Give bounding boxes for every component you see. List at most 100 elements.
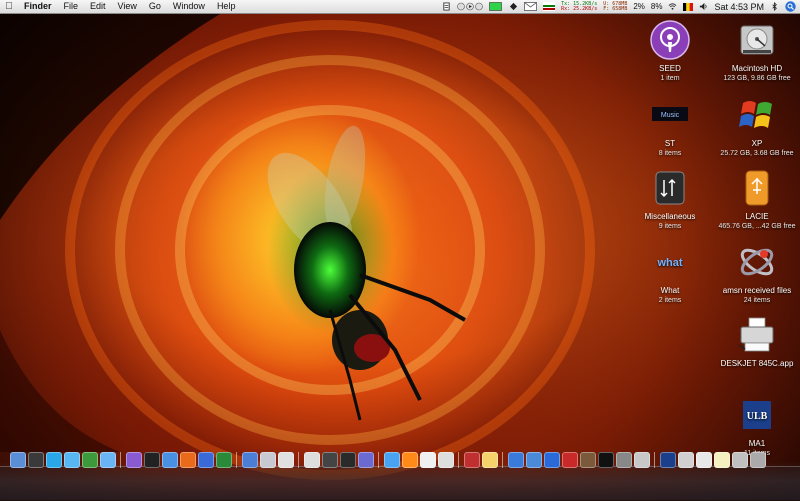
desktop-icon-info: 24 items — [743, 297, 771, 304]
apple-icon[interactable]:  — [0, 1, 18, 12]
menu-file[interactable]: File — [58, 0, 85, 13]
script-icon[interactable] — [442, 2, 451, 11]
rx-rate: 25.2KB/s — [573, 5, 598, 12]
pen-icon[interactable] — [322, 452, 338, 468]
flag-icon[interactable] — [683, 2, 694, 11]
desktop-icon-info: 2 items — [658, 297, 682, 304]
menu-extras: Tx: 15.2KB/s Rx: 25.2KB/s U: 678MB F: 65… — [442, 0, 800, 13]
safari2-icon[interactable] — [544, 452, 560, 468]
gallery-icon[interactable] — [580, 452, 596, 468]
desktop-icon-label: DESKJET 845C.app — [720, 359, 794, 368]
dvd-icon[interactable] — [144, 452, 160, 468]
script-editor-icon[interactable] — [304, 452, 320, 468]
battery-meter-icon[interactable] — [489, 2, 503, 11]
vlc-icon[interactable] — [402, 452, 418, 468]
bell-icon[interactable] — [732, 452, 748, 468]
photo-icon[interactable] — [358, 452, 374, 468]
mail-icon[interactable] — [524, 2, 537, 11]
university-icon[interactable] — [634, 452, 650, 468]
menu-window[interactable]: Window — [167, 0, 211, 13]
safari-icon[interactable] — [162, 452, 178, 468]
calendar-icon[interactable] — [278, 452, 294, 468]
desktop-icon-xp[interactable]: XP 25.72 GB, 3.68 GB free — [712, 95, 800, 158]
globe-icon[interactable] — [216, 452, 232, 468]
photobooth-icon[interactable] — [464, 452, 480, 468]
desktop-icon-miscellaneous[interactable]: Miscellaneous 9 items — [625, 168, 715, 231]
desktop-icon-label: XP — [751, 139, 763, 148]
mail-dock-icon[interactable] — [260, 452, 276, 468]
firefox-icon[interactable] — [180, 452, 196, 468]
podcast-icon — [650, 20, 690, 60]
dock-separator — [502, 452, 503, 468]
menu-go[interactable]: Go — [143, 0, 167, 13]
appstore-icon[interactable] — [384, 452, 400, 468]
skype-icon[interactable] — [46, 452, 62, 468]
wifi-icon[interactable] — [668, 2, 677, 11]
chat-icon[interactable] — [64, 452, 80, 468]
cloud-icon[interactable] — [696, 452, 712, 468]
lightbulb-icon[interactable] — [714, 452, 730, 468]
menu-help[interactable]: Help — [211, 0, 242, 13]
ipod-icon[interactable] — [438, 452, 454, 468]
desktop-icon-lacie[interactable]: LACIE 465.76 GB, ...42 GB free — [712, 168, 800, 231]
calculator-icon[interactable] — [340, 452, 356, 468]
bluetooth-icon[interactable] — [770, 2, 779, 11]
desktop-icon-info: 1 item — [660, 75, 680, 82]
airplane-icon[interactable] — [678, 452, 694, 468]
play-controls-icon[interactable] — [457, 2, 483, 11]
desktop-icon-info: 465.76 GB, ...42 GB free — [718, 223, 796, 230]
desktop-icon-label: What — [660, 286, 680, 295]
volume-icon[interactable] — [699, 2, 708, 11]
dashboard-icon[interactable] — [28, 452, 44, 468]
desktop-icon-seed[interactable]: SEED 1 item — [625, 20, 715, 83]
desktop-icon-macintosh-hd[interactable]: Macintosh HD 123 GB, 9.86 GB free — [712, 20, 800, 83]
desktop-icon-info: 9 items — [658, 223, 682, 230]
finder-icon[interactable] — [10, 452, 26, 468]
utility-icon[interactable] — [616, 452, 632, 468]
terminal-icon[interactable] — [598, 452, 614, 468]
dock-separator — [298, 452, 299, 468]
menu-bar:  Finder File Edit View Go Window Help T… — [0, 0, 800, 14]
what-folder-icon: what — [650, 242, 690, 282]
mem-free: 658MB — [612, 5, 628, 12]
windows-xp-icon — [737, 95, 777, 135]
desktop-icon-deskjet[interactable]: DESKJET 845C.app — [712, 315, 800, 369]
desktop-icon-st[interactable]: Music ST 8 items — [625, 95, 715, 158]
ulb-dock-icon[interactable] — [660, 452, 676, 468]
spotlight-icon[interactable] — [785, 1, 796, 12]
rx-label: Rx: — [561, 5, 571, 12]
android-icon[interactable] — [82, 452, 98, 468]
menu-edit[interactable]: Edit — [84, 0, 112, 13]
menu-finder[interactable]: Finder — [18, 0, 58, 13]
menu-view[interactable]: View — [112, 0, 143, 13]
itunes-icon[interactable] — [126, 452, 142, 468]
pages-icon[interactable] — [420, 452, 436, 468]
dock-separator — [236, 452, 237, 468]
network-graph-icon — [543, 2, 556, 11]
cpu-usage-2[interactable]: 8% — [651, 2, 663, 11]
menubar-clock[interactable]: Sat 4:53 PM — [714, 2, 764, 12]
preview-icon[interactable] — [242, 452, 258, 468]
memory-readout: U: 678MB F: 658MB — [603, 1, 628, 12]
desktop-icon-info: 25.72 GB, 3.68 GB free — [720, 150, 794, 157]
pdf-icon[interactable] — [562, 452, 578, 468]
notes-icon[interactable] — [482, 452, 498, 468]
trash-icon[interactable] — [750, 452, 766, 468]
amsn-dock-icon[interactable] — [198, 452, 214, 468]
hard-drive-icon — [737, 20, 777, 60]
music-folder-icon: Music — [650, 95, 690, 135]
desktop-icon-info: 8 items — [658, 150, 682, 157]
growl-icon[interactable] — [509, 2, 518, 11]
desktop-icon-what[interactable]: what What 2 items — [625, 242, 715, 305]
xcode-icon[interactable] — [508, 452, 524, 468]
cpu-usage-1[interactable]: 2% — [633, 2, 645, 11]
printer-icon — [737, 315, 777, 355]
desktop-icon-info: 123 GB, 9.86 GB free — [723, 75, 791, 82]
mem-free-label: F: — [603, 5, 610, 12]
desktop-icon-ma1[interactable]: ULB MA1 11 items — [712, 395, 800, 458]
desktop-icon-amsn-received-files[interactable]: amsn received files 24 items — [712, 242, 800, 305]
desktop-icon-label: ST — [664, 139, 676, 148]
python-icon[interactable] — [526, 452, 542, 468]
flask-icon[interactable] — [100, 452, 116, 468]
desktop-icon-label: MA1 — [748, 439, 766, 448]
